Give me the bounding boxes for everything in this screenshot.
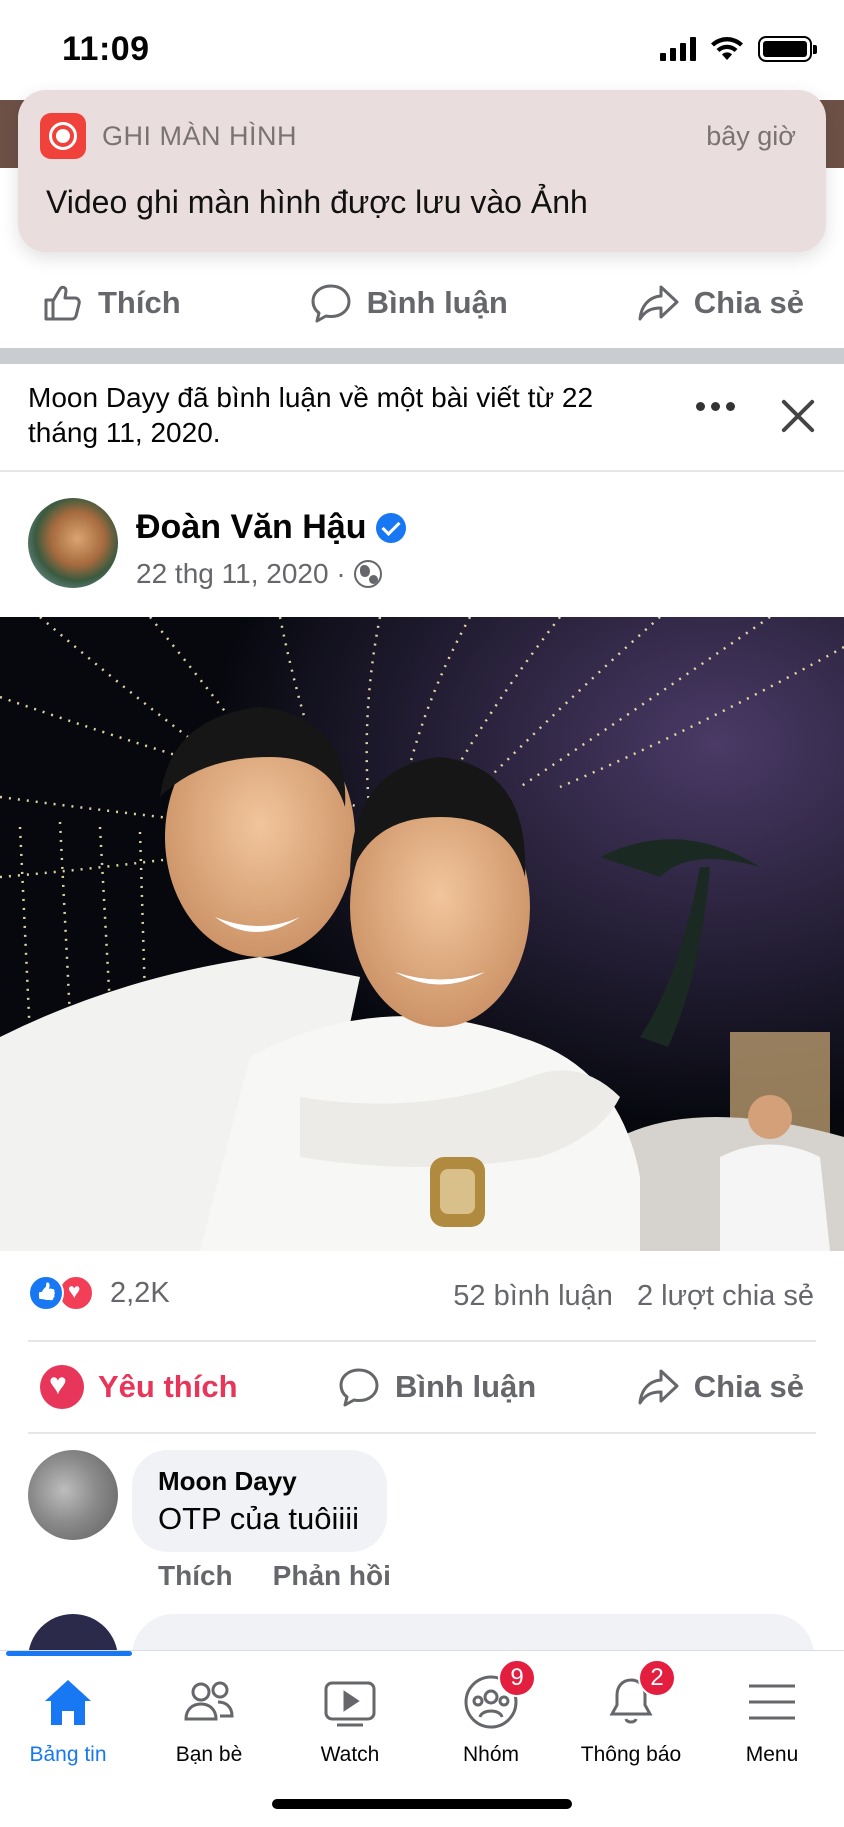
share-button[interactable]: Chia sẻ: [624, 281, 816, 325]
post-date[interactable]: 22 thg 11, 2020 ·: [136, 558, 346, 590]
share-icon: [638, 1369, 679, 1405]
post-action-bar: Yêu thích Bình luận Chia sẻ: [28, 1342, 816, 1432]
love-label: Yêu thích: [98, 1369, 238, 1404]
tab-label: Menu: [745, 1743, 799, 1766]
bottom-tab-bar: Bảng tin Bạn bè Watch 9 Nhóm 2 Thông báo…: [0, 1650, 844, 1827]
comment-bubble[interactable]: Moon Dayy OTP của tuôiiii: [132, 1450, 388, 1552]
watch-icon: [321, 1673, 379, 1731]
status-icons: [660, 36, 817, 62]
comment-icon: [311, 284, 351, 323]
wifi-icon: [711, 37, 743, 60]
notifications-badge: 2: [638, 1659, 676, 1697]
share-count[interactable]: 2 lượt chia sẻ: [637, 1280, 814, 1313]
comment-like-button[interactable]: Thích: [158, 1560, 233, 1592]
thumbs-up-icon: [44, 285, 81, 321]
photo-image: [0, 617, 844, 1251]
comment-icon: [339, 1368, 379, 1407]
comment-actions: Thích Phản hồi: [158, 1560, 391, 1592]
previous-post-action-bar: Thích Bình luận Chia sẻ: [28, 258, 816, 348]
tab-label: Thông báo: [580, 1743, 682, 1766]
reaction-summary[interactable]: 2,2K: [28, 1275, 170, 1311]
post-photo[interactable]: [0, 617, 844, 1251]
commenter-avatar[interactable]: [28, 1450, 118, 1540]
post-comment-label: Bình luận: [395, 1369, 537, 1404]
active-tab-indicator: [6, 1651, 132, 1656]
home-indicator: [272, 1799, 572, 1809]
love-button[interactable]: Yêu thích: [28, 1365, 250, 1409]
author-name: Đoàn Văn Hậu: [136, 508, 367, 546]
status-bar: 11:09: [0, 0, 844, 100]
divider: [28, 1432, 816, 1434]
activity-text: Moon Dayy đã bình luận về một bài viết t…: [28, 382, 594, 448]
reaction-count: 2,2K: [110, 1276, 170, 1309]
notification-message: Video ghi màn hình được lưu vào Ảnh: [46, 184, 588, 220]
groups-badge: 9: [498, 1659, 536, 1697]
author-avatar[interactable]: [28, 498, 118, 588]
post-share-label: Chia sẻ: [693, 1369, 804, 1404]
comment-count[interactable]: 52 bình luận: [453, 1280, 613, 1313]
feed-separator: [0, 348, 844, 364]
tab-groups[interactable]: 9 Nhóm: [421, 1659, 561, 1767]
bell-icon: 2: [602, 1659, 676, 1731]
groups-icon: 9: [462, 1659, 536, 1731]
notification-banner[interactable]: GHI MÀN HÌNH bây giờ Video ghi màn hình …: [18, 90, 826, 252]
home-icon: [39, 1673, 97, 1731]
more-options-icon[interactable]: [696, 402, 735, 411]
close-icon[interactable]: [778, 396, 818, 436]
like-label: Thích: [98, 285, 181, 320]
post-comment-button[interactable]: Bình luận: [325, 1365, 548, 1409]
engagement-counts: 52 bình luận 2 lượt chia sẻ: [453, 1280, 814, 1313]
tab-label: Bạn bè: [175, 1743, 243, 1766]
comment-author[interactable]: Moon Dayy: [158, 1466, 359, 1497]
tab-label: Nhóm: [462, 1743, 520, 1766]
share-label: Chia sẻ: [693, 285, 804, 320]
share-icon: [638, 285, 679, 321]
heart-icon: [40, 1365, 84, 1409]
status-time: 11:09: [62, 30, 150, 68]
comment-button[interactable]: Bình luận: [297, 281, 520, 325]
cellular-signal-icon: [660, 37, 696, 61]
tab-notifications[interactable]: 2 Thông báo: [561, 1659, 701, 1767]
comment-reply-button[interactable]: Phản hồi: [273, 1560, 391, 1592]
menu-icon: [743, 1673, 801, 1731]
comment-text: OTP của tuôiiii: [158, 1501, 360, 1536]
tab-watch[interactable]: Watch: [280, 1673, 420, 1767]
verified-badge-icon: [376, 512, 407, 543]
battery-icon: [758, 36, 817, 62]
comment-label: Bình luận: [366, 285, 508, 320]
post-meta: 22 thg 11, 2020 ·: [136, 558, 382, 590]
notification-time: bây giờ: [706, 121, 796, 151]
tab-label: Watch: [320, 1743, 380, 1766]
tab-friends[interactable]: Bạn bè: [139, 1673, 279, 1767]
post-share-button[interactable]: Chia sẻ: [624, 1365, 816, 1409]
screen-record-icon: [40, 113, 86, 159]
divider: [0, 470, 844, 472]
like-button[interactable]: Thích: [28, 281, 193, 325]
globe-icon: [353, 560, 382, 588]
tab-home[interactable]: Bảng tin: [0, 1673, 138, 1767]
notification-app-name: GHI MÀN HÌNH: [102, 121, 297, 151]
like-reaction-icon: [28, 1275, 64, 1311]
post-author[interactable]: Đoàn Văn Hậu: [136, 508, 407, 547]
friends-icon: [180, 1673, 238, 1731]
tab-label: Bảng tin: [29, 1743, 107, 1766]
tab-menu[interactable]: Menu: [702, 1673, 842, 1767]
